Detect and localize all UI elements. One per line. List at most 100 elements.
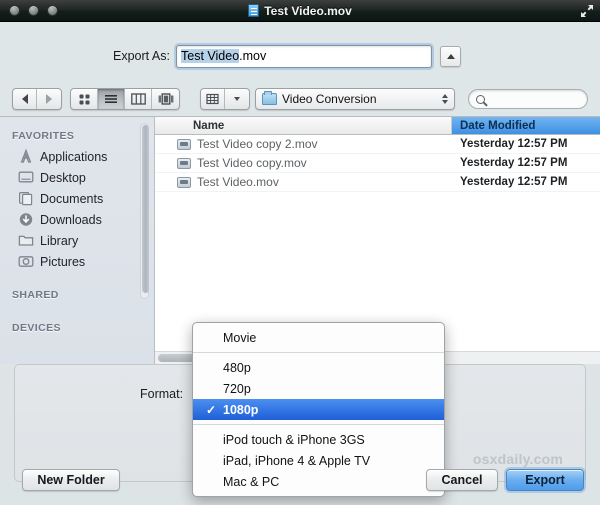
coverflow-icon	[158, 93, 174, 105]
sidebar-item-label: Documents	[40, 192, 103, 206]
documents-icon	[18, 191, 34, 206]
menu-item-1080p[interactable]: ✓ 1080p	[193, 399, 444, 420]
checkmark-icon: ✓	[206, 403, 216, 417]
new-folder-button[interactable]: New Folder	[22, 469, 120, 491]
export-dialog-window: Test Video.mov Export As: Test Video.mov	[0, 0, 600, 505]
menu-separator	[193, 424, 444, 425]
icon-view-button[interactable]	[71, 89, 98, 109]
navigation-segmented-control	[12, 88, 62, 110]
menu-item-movie[interactable]: Movie	[193, 327, 444, 348]
movie-file-icon	[177, 139, 191, 150]
sidebar-item-desktop[interactable]: Desktop	[0, 167, 154, 188]
sidebar-item-label: Applications	[40, 150, 107, 164]
menu-item-ipad-iphone4-appletv[interactable]: iPad, iPhone 4 & Apple TV	[193, 450, 444, 471]
menu-item-label: iPod touch & iPhone 3GS	[223, 433, 365, 447]
file-name-cell: Test Video copy 2.mov	[155, 137, 452, 151]
menu-item-720p[interactable]: 720p	[193, 378, 444, 399]
file-name-cell: Test Video copy.mov	[155, 156, 452, 170]
menu-item-ipod-touch-iphone-3gs[interactable]: iPod touch & iPhone 3GS	[193, 429, 444, 450]
zoom-button[interactable]	[47, 5, 58, 16]
export-button[interactable]: Export	[506, 469, 584, 491]
export-as-row: Export As: Test Video.mov	[0, 40, 600, 72]
triangle-up-icon	[447, 54, 455, 59]
sidebar-item-documents[interactable]: Documents	[0, 188, 154, 209]
menu-item-label: 480p	[223, 361, 251, 375]
arrange-action-control[interactable]	[200, 88, 250, 110]
table-row[interactable]: Test Video copy.mov Yesterday 12:57 PM	[155, 154, 600, 173]
view-mode-segmented-control	[70, 88, 180, 110]
grid-action-icon	[206, 93, 219, 105]
window-title: Test Video.mov	[264, 4, 352, 18]
file-date-cell: Yesterday 12:57 PM	[452, 157, 600, 169]
arrange-button[interactable]	[201, 89, 225, 109]
arrow-left-icon	[22, 94, 28, 104]
folder-icon	[262, 93, 277, 105]
popup-arrows-icon	[442, 94, 448, 104]
sidebar-item-downloads[interactable]: Downloads	[0, 209, 154, 230]
close-button[interactable]	[9, 5, 20, 16]
minimize-button[interactable]	[28, 5, 39, 16]
file-name-text: Test Video.mov	[197, 175, 279, 189]
sidebar-scrollbar-thumb[interactable]	[142, 125, 149, 293]
window-titlebar: Test Video.mov	[0, 0, 600, 22]
fullscreen-resize-icon[interactable]	[580, 4, 594, 18]
sidebar-item-applications[interactable]: Applications	[0, 146, 154, 167]
library-folder-icon	[18, 233, 34, 248]
sidebar-section-shared-header: SHARED	[0, 286, 154, 305]
pictures-icon	[18, 254, 34, 269]
menu-item-label: 1080p	[223, 403, 258, 417]
column-header-date-modified[interactable]: Date Modified	[452, 117, 600, 134]
table-row[interactable]: Test Video.mov Yesterday 12:57 PM	[155, 173, 600, 192]
column-header-name[interactable]: Name	[155, 117, 452, 134]
window-title-group: Test Video.mov	[0, 4, 600, 18]
collapse-sheet-button[interactable]	[440, 46, 461, 67]
movie-file-icon	[177, 177, 191, 188]
sidebar-item-label: Pictures	[40, 255, 85, 269]
site-watermark: osxdaily.com	[473, 451, 563, 467]
chevron-down-icon	[234, 97, 240, 101]
file-name-cell: Test Video.mov	[155, 175, 452, 189]
location-popup-button[interactable]: Video Conversion	[255, 88, 455, 110]
finder-toolbar: Video Conversion	[0, 82, 600, 116]
document-icon	[248, 4, 259, 17]
dialog-button-bar: New Folder Cancel Export	[0, 469, 600, 497]
columns-icon	[131, 93, 146, 105]
filename-selected-text: Test Video	[181, 49, 239, 63]
menu-item-label: 720p	[223, 382, 251, 396]
forward-button[interactable]	[37, 89, 61, 109]
applications-icon	[18, 149, 34, 164]
sidebar-item-label: Downloads	[40, 213, 102, 227]
arrow-right-icon	[46, 94, 52, 104]
movie-file-icon	[177, 158, 191, 169]
menu-item-480p[interactable]: 480p	[193, 357, 444, 378]
sidebar-item-label: Library	[40, 234, 78, 248]
export-as-label: Export As:	[100, 49, 170, 63]
file-date-cell: Yesterday 12:57 PM	[452, 176, 600, 188]
filename-extension-text: .mov	[239, 49, 266, 63]
file-date-cell: Yesterday 12:57 PM	[452, 138, 600, 150]
table-row[interactable]: Test Video copy 2.mov Yesterday 12:57 PM	[155, 135, 600, 154]
sidebar-item-pictures[interactable]: Pictures	[0, 251, 154, 272]
menu-item-label: iPad, iPhone 4 & Apple TV	[223, 454, 370, 468]
sidebar-item-library[interactable]: Library	[0, 230, 154, 251]
filename-input[interactable]: Test Video.mov	[176, 45, 432, 68]
column-view-button[interactable]	[125, 89, 152, 109]
list-view-button[interactable]	[98, 89, 125, 109]
search-icon	[476, 95, 485, 104]
grid-icon	[78, 93, 91, 106]
menu-item-label: Movie	[223, 331, 256, 345]
file-name-text: Test Video copy 2.mov	[197, 137, 318, 151]
sidebar-scrollbar[interactable]	[140, 123, 149, 299]
arrange-dropdown-button[interactable]	[225, 89, 249, 109]
list-icon	[104, 93, 118, 106]
coverflow-view-button[interactable]	[152, 89, 179, 109]
cancel-button[interactable]: Cancel	[426, 469, 498, 491]
format-label: Format:	[140, 387, 183, 401]
sidebar-section-devices-header: DEVICES	[0, 319, 154, 338]
back-button[interactable]	[13, 89, 37, 109]
sidebar-section-favorites-header: FAVORITES	[0, 127, 154, 146]
search-input[interactable]	[468, 89, 588, 109]
sidebar: FAVORITES Applications	[0, 117, 155, 364]
downloads-icon	[18, 212, 34, 227]
window-controls	[9, 5, 58, 16]
